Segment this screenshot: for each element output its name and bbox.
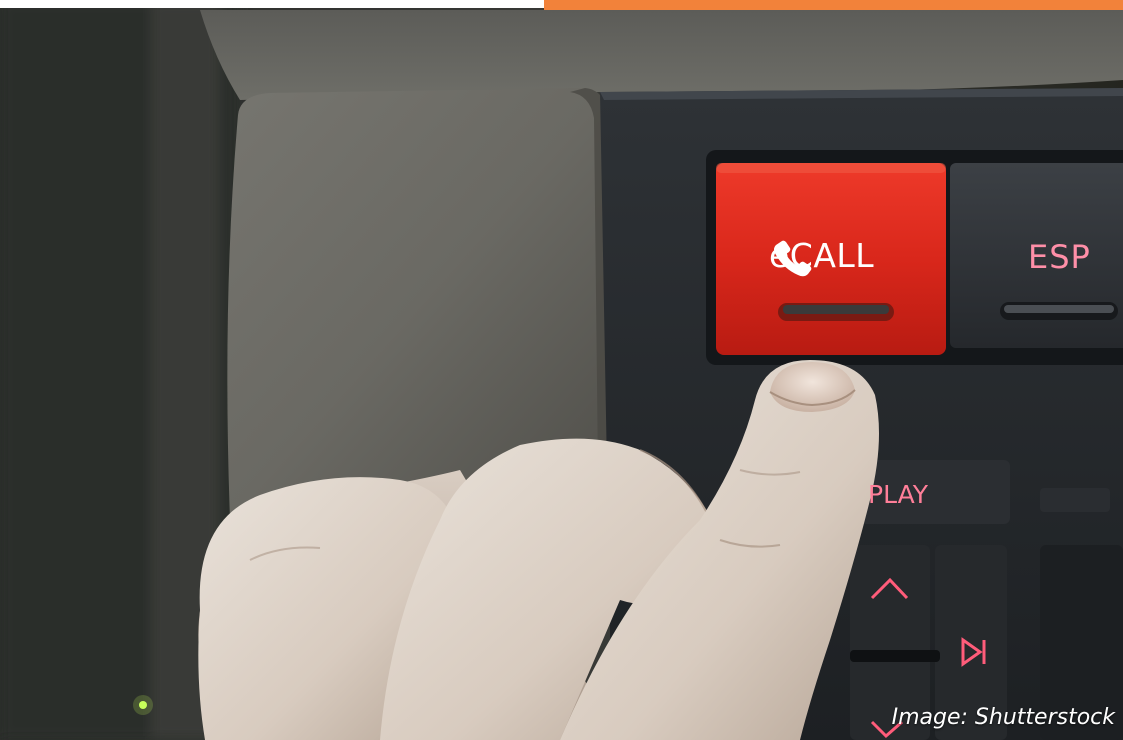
display-button-label: PLAY <box>868 480 929 509</box>
esp-button-label: ESP <box>1028 238 1091 276</box>
accent-bar <box>544 0 1123 10</box>
ecall-button-label: eCALL <box>769 236 875 275</box>
image-credit: Image: Shutterstock <box>891 705 1115 730</box>
top-margin <box>0 0 544 8</box>
photo-illustration <box>0 0 1123 740</box>
photo-scene: eCALL ESP PLAY Image: Shutterstock <box>0 0 1123 740</box>
